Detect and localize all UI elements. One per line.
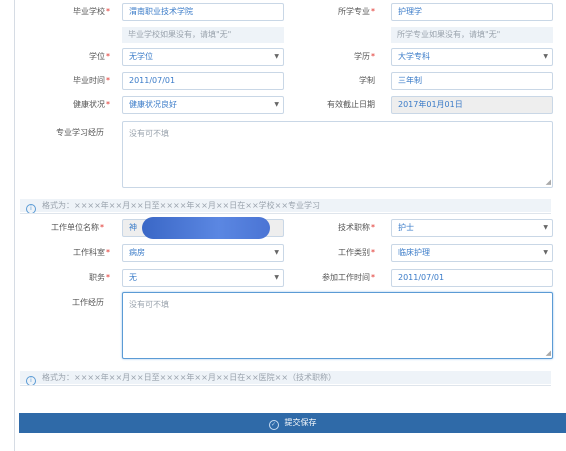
work-type-label: 工作类别* bbox=[338, 248, 375, 257]
divider bbox=[20, 213, 551, 214]
dept-select[interactable]: 病房 ▼ bbox=[122, 244, 284, 262]
duty-select[interactable]: 无 ▼ bbox=[122, 269, 284, 287]
tech-title-select[interactable]: 护士 ▼ bbox=[391, 219, 553, 237]
school-hint: 毕业学校如果没有，请填"无" bbox=[122, 27, 284, 43]
major-label: 所学专业* bbox=[338, 7, 375, 16]
study-format-tip: i 格式为：××××年××月××日至××××年××月××日在××学校××专业学习 bbox=[20, 199, 551, 214]
education-select[interactable]: 大学专科 ▼ bbox=[391, 48, 553, 66]
chevron-down-icon: ▼ bbox=[543, 224, 548, 231]
work-format-tip: i 格式为：××××年××月××日至××××年××月××日在××医院××（技术职称… bbox=[20, 371, 551, 386]
school-input[interactable]: 渭南职业技术学院 bbox=[122, 3, 284, 21]
check-circle-icon: ✓ bbox=[268, 420, 279, 430]
major-hint: 所学专业如果没有，请填"无" bbox=[391, 27, 553, 43]
work-exp-label: 工作经历 bbox=[72, 298, 104, 307]
health-select[interactable]: 健康状况良好 ▼ bbox=[122, 96, 284, 114]
major-input[interactable]: 护理学 bbox=[391, 3, 553, 21]
education-label: 学历* bbox=[354, 52, 375, 61]
chevron-down-icon: ▼ bbox=[543, 249, 548, 256]
redaction-mark bbox=[142, 217, 270, 239]
study-textarea[interactable]: 没有可不填 ◢ bbox=[122, 121, 553, 188]
valid-date-label: 有效截止日期 bbox=[327, 100, 375, 109]
degree-select[interactable]: 无学位 ▼ bbox=[122, 48, 284, 66]
chevron-down-icon: ▼ bbox=[543, 53, 548, 60]
degree-label: 学位* bbox=[89, 52, 110, 61]
submit-button[interactable]: ✓ 提交保存 bbox=[19, 413, 566, 433]
system-input[interactable]: 三年制 bbox=[391, 72, 553, 90]
unit-label: 工作单位名称* bbox=[51, 223, 104, 232]
divider bbox=[20, 385, 551, 386]
dept-label: 工作科室* bbox=[73, 248, 110, 257]
health-label: 健康状况* bbox=[73, 100, 110, 109]
grad-time-input[interactable]: 2011/07/01 bbox=[122, 72, 284, 90]
tech-title-label: 技术职称* bbox=[338, 223, 375, 232]
system-label: 学制 bbox=[359, 76, 375, 85]
join-time-label: 参加工作时间* bbox=[322, 273, 375, 282]
duty-label: 职务* bbox=[89, 273, 110, 282]
join-time-input[interactable]: 2011/07/01 bbox=[391, 269, 553, 287]
resize-grip-icon[interactable]: ◢ bbox=[546, 179, 551, 186]
school-label: 毕业学校* bbox=[73, 7, 110, 16]
resize-grip-icon[interactable]: ◢ bbox=[546, 350, 551, 357]
valid-date-field: 2017年01月01日 bbox=[391, 96, 553, 114]
grad-time-label: 毕业时间* bbox=[73, 76, 110, 85]
work-exp-textarea[interactable]: 没有可不填 ◢ bbox=[122, 292, 553, 359]
work-type-select[interactable]: 临床护理 ▼ bbox=[391, 244, 553, 262]
study-label: 专业学习经历 bbox=[56, 128, 104, 137]
